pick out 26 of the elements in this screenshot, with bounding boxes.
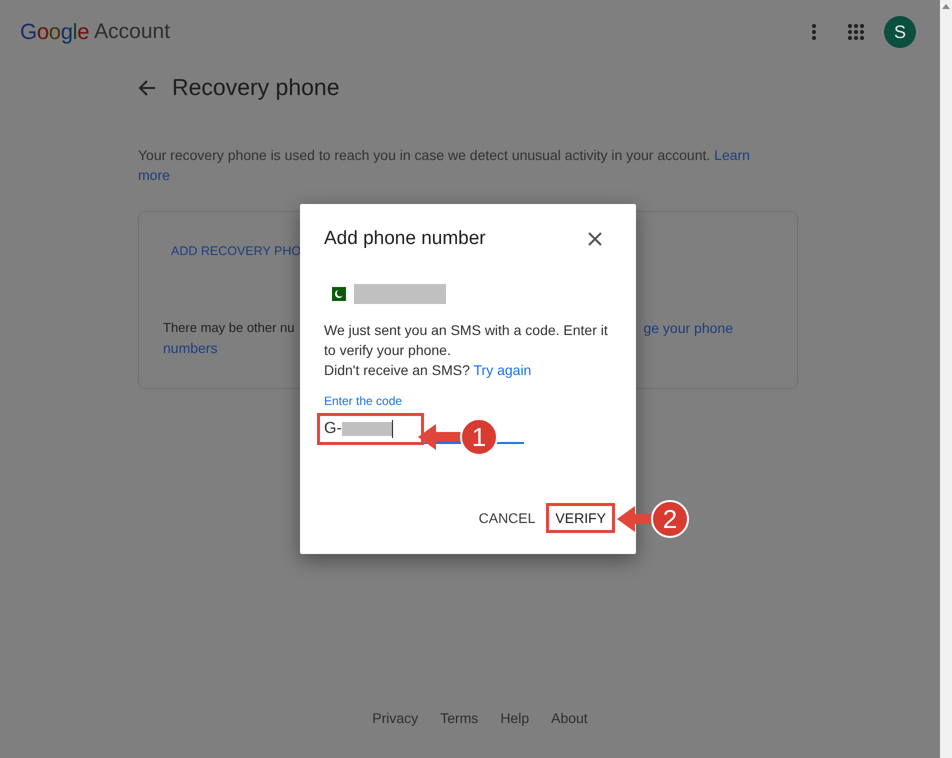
manage-phone-link[interactable]: ge your phone	[643, 320, 733, 336]
footer-link[interactable]: Privacy	[372, 710, 418, 726]
page-title: Recovery phone	[172, 74, 340, 101]
note-text: There may be other nu	[163, 320, 295, 336]
verify-button[interactable]: VERIFY	[549, 506, 612, 530]
product-name: Account	[94, 20, 170, 44]
try-again-link[interactable]: Try again	[474, 362, 532, 378]
field-label: Enter the code	[324, 394, 404, 408]
scroll-up-icon[interactable]	[942, 4, 950, 9]
learn-more-link[interactable]: more	[138, 167, 170, 183]
footer-link[interactable]: About	[551, 710, 588, 726]
close-icon[interactable]	[588, 232, 602, 246]
back-arrow-icon[interactable]	[138, 80, 156, 96]
manage-phone-link[interactable]: numbers	[163, 340, 218, 356]
dialog-title: Add phone number	[324, 228, 486, 250]
footer-link[interactable]: Terms	[440, 710, 478, 726]
avatar[interactable]: S	[884, 16, 916, 48]
dialog-message: We just sent you an SMS with a code. Enter it to verify your phone.	[324, 321, 609, 360]
code-value: G-	[324, 420, 342, 438]
learn-more-link[interactable]: Learn	[714, 147, 750, 163]
description-text: Your recovery phone is used to reach you in case we detect unusual activity in your account. Learn more	[138, 146, 751, 185]
retry-prompt: Didn't receive an SMS? Try again	[324, 361, 532, 380]
footer-link[interactable]: Help	[500, 710, 530, 726]
redacted-code	[342, 422, 392, 436]
step-number-badge: 2	[651, 500, 689, 538]
logo[interactable]: Google	[20, 19, 90, 45]
